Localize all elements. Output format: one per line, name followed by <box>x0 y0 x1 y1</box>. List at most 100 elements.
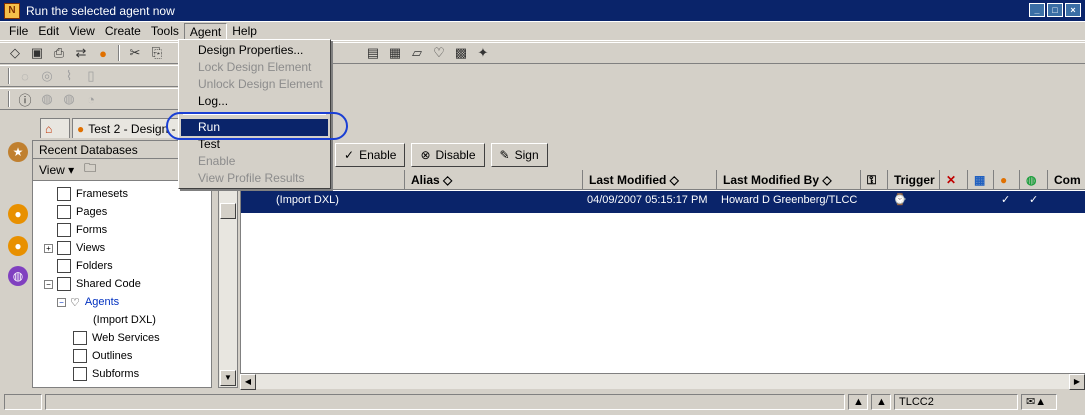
web-service-icon <box>73 331 87 345</box>
menu-file[interactable]: File <box>4 23 33 40</box>
collapse-icon[interactable]: − <box>57 297 66 307</box>
disable-button[interactable]: ⊗ Disable <box>411 143 485 167</box>
minimize-button[interactable]: _ <box>1029 3 1045 17</box>
key-icon[interactable]: ⚿ <box>861 170 888 190</box>
column-trigger[interactable]: Trigger <box>888 170 940 190</box>
lightbulb-icon: ♡ <box>70 296 80 309</box>
lotus-notes-icon[interactable]: N <box>4 2 20 19</box>
print-icon[interactable]: ⎙ <box>50 44 68 62</box>
menu-tools[interactable]: Tools <box>146 23 184 40</box>
menu-help[interactable]: Help <box>227 23 262 40</box>
sparkle-icon[interactable]: ✦ <box>474 44 492 62</box>
column-alias[interactable]: Alias ◇ <box>405 170 583 190</box>
check-mark-icon: ✓ <box>1029 194 1039 206</box>
status-up-icon[interactable]: ▲ <box>848 394 868 410</box>
tree-item-views[interactable]: + Views <box>44 239 105 257</box>
tree-item-agents[interactable]: − ♡ Agents <box>57 293 119 311</box>
menu-item-view-profile-results[interactable]: View Profile Results <box>181 170 328 187</box>
run-highlight-annotation <box>166 112 348 140</box>
table-row[interactable]: (Import DXL) 04/09/2007 05:15:17 PM Howa… <box>241 191 1085 213</box>
new-folder-icon[interactable]: 🗀 <box>84 159 96 180</box>
toolbar-separator <box>118 45 120 61</box>
column-last-modified[interactable]: Last Modified ◇ <box>583 170 717 190</box>
view-icon[interactable]: ▩ <box>452 44 470 62</box>
no-web-icon[interactable]: ✕ <box>940 170 968 190</box>
tree-item-shared-code[interactable]: − Shared Code <box>44 275 141 293</box>
grid-icon[interactable]: ▦ <box>968 170 994 190</box>
tree-item-outlines[interactable]: Outlines <box>73 347 132 365</box>
cut-icon[interactable]: ✂ <box>126 44 144 62</box>
server-indicator[interactable]: TLCC2 <box>894 394 1018 410</box>
title-bar: N Run the selected agent now _ □ × <box>0 0 1085 22</box>
menu-item-lock-design-element[interactable]: Lock Design Element <box>181 59 328 76</box>
enable-button[interactable]: ✓ Enable <box>335 143 406 167</box>
attach-icon[interactable]: ⌇ <box>60 67 78 85</box>
people-icon[interactable]: ◎ <box>38 67 56 85</box>
menu-item-unlock-design-element[interactable]: Unlock Design Element <box>181 76 328 93</box>
subform-icon <box>73 367 87 381</box>
database-column-icon[interactable]: ● <box>994 170 1020 190</box>
tree-item-web-services[interactable]: Web Services <box>73 329 160 347</box>
collapse-icon[interactable]: − <box>44 279 53 289</box>
bookmark-star-icon[interactable]: ★ <box>8 142 28 162</box>
page-icon <box>57 205 71 219</box>
window-title: Run the selected agent now <box>26 3 175 18</box>
toolbar-tertiary: ⓘ ◍ ◍ ◔ <box>0 88 180 110</box>
maximize-button[interactable]: □ <box>1047 3 1063 17</box>
action-bar: ✓ Enable ⊗ Disable ✎ Sign <box>335 141 548 169</box>
menu-item-log[interactable]: Log... <box>181 93 328 110</box>
menu-agent[interactable]: Agent <box>183 22 228 40</box>
horizontal-scrollbar[interactable]: ◀ ▶ <box>240 373 1085 390</box>
location-up-icon[interactable]: ▲ <box>871 394 891 410</box>
globe-gray-icon[interactable]: ◔ <box>82 90 100 108</box>
disable-icon: ⊗ <box>420 148 431 162</box>
scroll-left-icon[interactable]: ◀ <box>240 374 256 390</box>
copy-icon[interactable]: ⎘ <box>148 44 166 62</box>
tab-home[interactable]: ⌂ <box>40 118 70 138</box>
tree-item-import-dxl[interactable]: (Import DXL) <box>93 311 156 329</box>
tree-item-pages[interactable]: Pages <box>57 203 107 221</box>
mail-icon[interactable]: ✉▲ <box>1021 394 1057 410</box>
database-icon[interactable]: ● <box>94 44 112 62</box>
column-comment[interactable]: Com <box>1048 170 1085 190</box>
chat-icon[interactable]: ◌ <box>16 67 34 85</box>
globe-icon[interactable]: ◍ <box>8 266 28 286</box>
scroll-thumb[interactable] <box>220 203 236 219</box>
tree-item-forms[interactable]: Forms <box>57 221 107 239</box>
database-gray-icon[interactable]: ◍ <box>38 90 56 108</box>
sign-button[interactable]: ✎ Sign <box>490 143 548 167</box>
scroll-down-icon[interactable]: ▼ <box>220 370 236 386</box>
last-modified-cell: 04/09/2007 05:15:17 PM <box>587 194 708 206</box>
close-button[interactable]: × <box>1065 3 1081 17</box>
navigator-icon[interactable]: ◇ <box>6 44 24 62</box>
database-bookmark-icon[interactable]: ● <box>8 204 28 224</box>
replicate-icon[interactable]: ⇄ <box>72 44 90 62</box>
document-icon[interactable]: ▯ <box>82 67 100 85</box>
toolbar-universal: ◇ ▣ ⎙ ⇄ ● ✂ ⎘ ▤ ▦ ▱ ♡ ▩ ✦ <box>0 42 1085 64</box>
trigger-icon: ⌚ <box>893 194 907 206</box>
tree-item-framesets[interactable]: Framesets <box>57 185 128 203</box>
menu-edit[interactable]: Edit <box>33 23 64 40</box>
properties-icon[interactable]: ▤ <box>364 44 382 62</box>
tree-item-subforms[interactable]: Subforms <box>73 365 139 383</box>
globe-column-icon[interactable]: ◍ <box>1020 170 1048 190</box>
info-icon[interactable]: ⓘ <box>16 90 34 108</box>
status-bar: ▲ ▲ TLCC2 ✉▲ <box>0 392 1085 412</box>
save-icon[interactable]: ▣ <box>28 44 46 62</box>
view-menu-button[interactable]: View ▾ <box>39 163 74 177</box>
expand-icon[interactable]: + <box>44 243 53 253</box>
menu-item-enable[interactable]: Enable <box>181 153 328 170</box>
menu-view[interactable]: View <box>64 23 100 40</box>
status-indicator[interactable] <box>4 394 42 410</box>
menu-create[interactable]: Create <box>100 23 146 40</box>
menu-item-design-properties[interactable]: Design Properties... <box>181 42 328 59</box>
check-mark-icon: ✓ <box>1001 194 1011 206</box>
database-group-icon[interactable]: ◍ <box>60 90 78 108</box>
outline-icon[interactable]: ▦ <box>386 44 404 62</box>
tree-item-folders[interactable]: Folders <box>57 257 113 275</box>
database-check-icon[interactable]: ● <box>8 236 28 256</box>
agent-icon[interactable]: ♡ <box>430 44 448 62</box>
scroll-right-icon[interactable]: ▶ <box>1069 374 1085 390</box>
folder-open-icon[interactable]: ▱ <box>408 44 426 62</box>
column-last-modified-by[interactable]: Last Modified By ◇ <box>717 170 861 190</box>
